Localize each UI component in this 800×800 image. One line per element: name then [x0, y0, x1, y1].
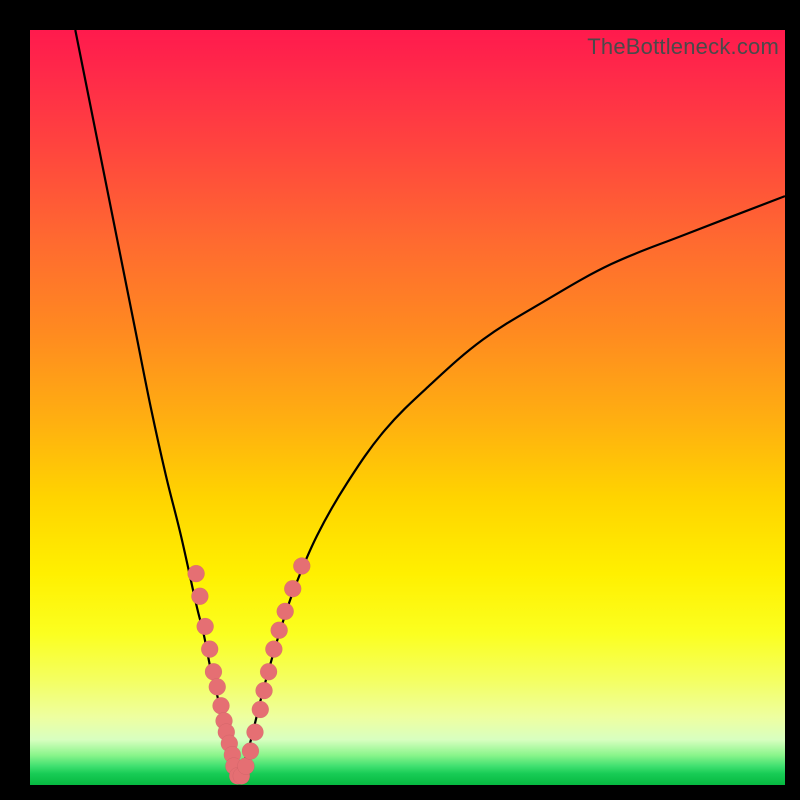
marker-dot: [265, 641, 282, 658]
chart-frame: TheBottleneck.com: [0, 0, 800, 800]
chart-svg: [30, 30, 785, 785]
marker-dot: [191, 588, 208, 605]
marker-dot: [209, 678, 226, 695]
marker-dot: [213, 697, 230, 714]
marker-dot: [246, 724, 263, 741]
marker-dot: [188, 565, 205, 582]
marker-dot: [205, 663, 222, 680]
marker-dots-group: [188, 558, 311, 785]
marker-dot: [197, 618, 214, 635]
curve-right-branch: [238, 196, 785, 781]
marker-dot: [271, 622, 288, 639]
marker-dot: [284, 580, 301, 597]
marker-dot: [242, 743, 259, 760]
marker-dot: [201, 641, 218, 658]
marker-dot: [260, 663, 277, 680]
marker-dot: [293, 558, 310, 575]
marker-dot: [277, 603, 294, 620]
marker-dot: [237, 758, 254, 775]
marker-dot: [252, 701, 269, 718]
plot-area: TheBottleneck.com: [30, 30, 785, 785]
marker-dot: [256, 682, 273, 699]
